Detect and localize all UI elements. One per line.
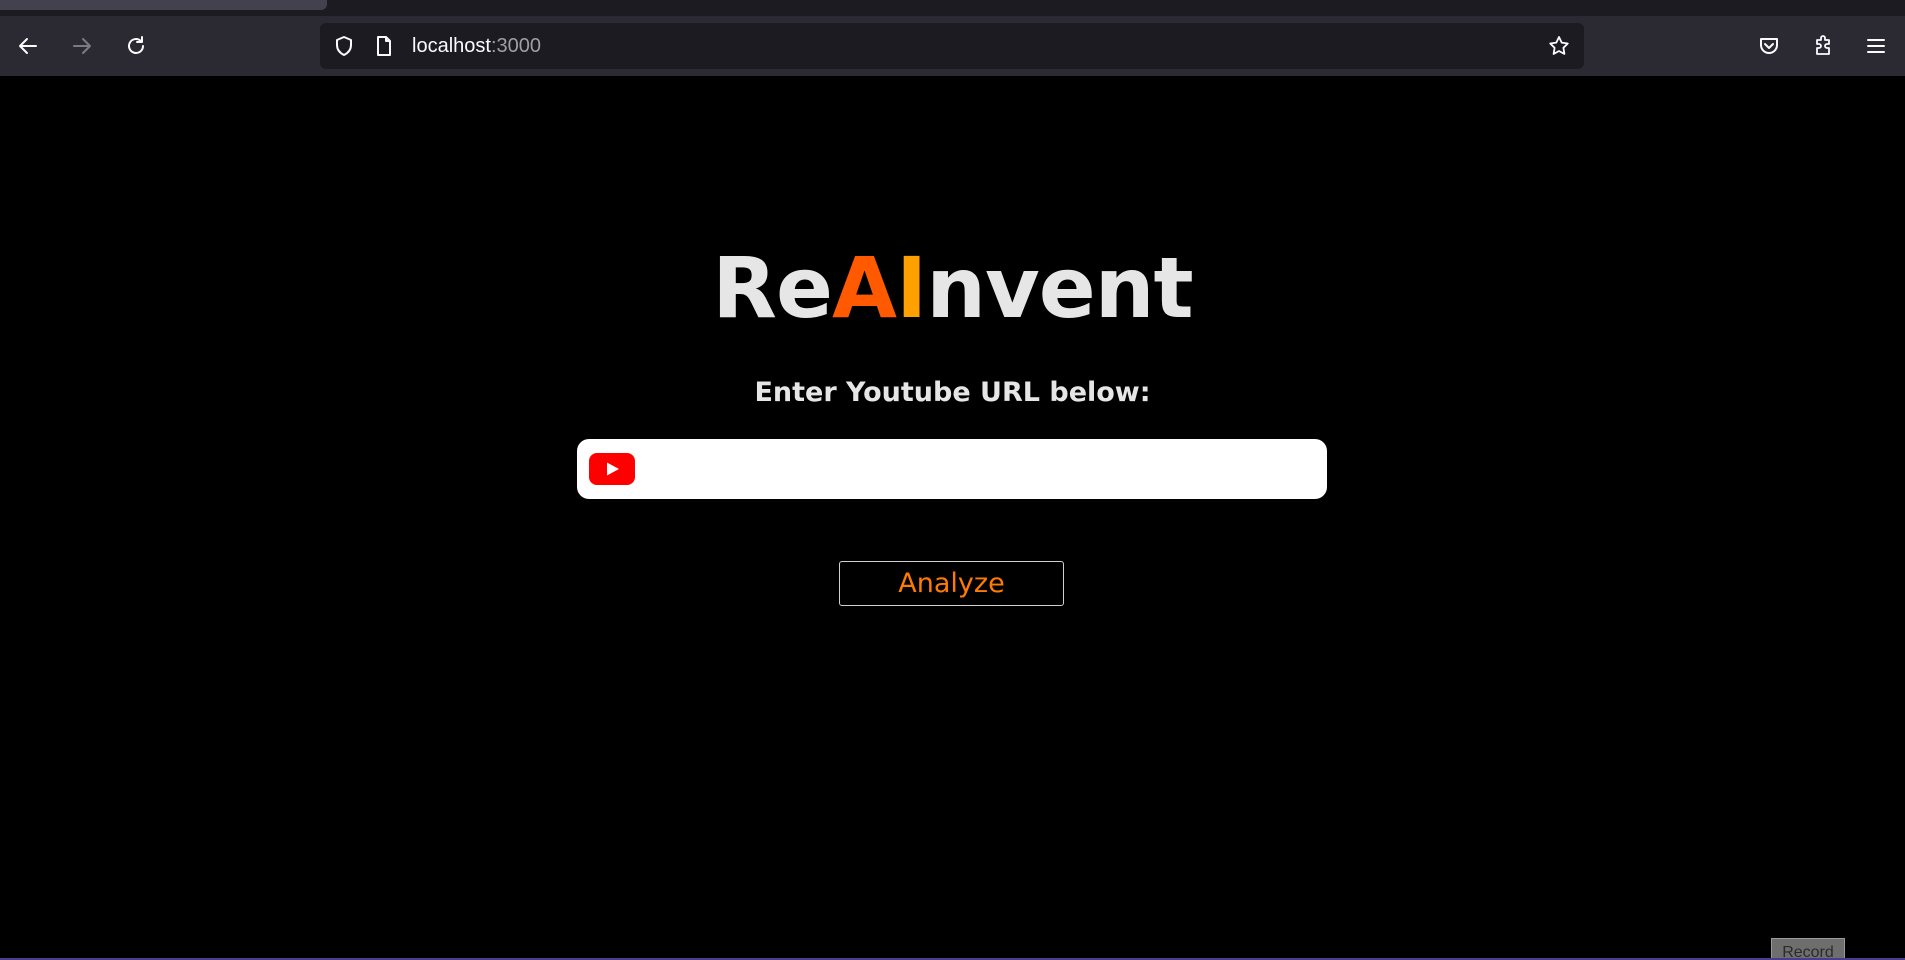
pocket-button[interactable] <box>1750 27 1788 65</box>
tab-strip <box>0 0 1905 16</box>
reload-icon <box>128 36 144 54</box>
back-arrow-icon <box>19 38 37 54</box>
pocket-icon <box>1760 38 1778 54</box>
forward-button[interactable] <box>63 27 101 65</box>
logo-letter-i: I <box>895 239 927 337</box>
analyze-button[interactable]: Analyze <box>839 561 1064 606</box>
forward-arrow-icon <box>73 38 91 54</box>
record-button[interactable]: Record <box>1771 938 1845 958</box>
url-text[interactable]: localhost:3000 <box>412 23 541 69</box>
app-logo: ReAInvent <box>0 238 1905 338</box>
extensions-icon <box>1816 35 1830 55</box>
browser-toolbar: localhost:3000 <box>0 16 1905 76</box>
page-icon[interactable] <box>372 34 396 58</box>
reload-button[interactable] <box>117 27 155 65</box>
menu-icon <box>1867 39 1885 53</box>
active-tab[interactable] <box>0 0 327 10</box>
extensions-button[interactable] <box>1804 27 1842 65</box>
page-subtitle: Enter Youtube URL below: <box>754 377 1151 408</box>
logo-suffix: nvent <box>926 239 1193 337</box>
youtube-icon <box>589 453 635 485</box>
page-content <box>0 76 1905 958</box>
back-button[interactable] <box>9 27 47 65</box>
youtube-url-input[interactable] <box>647 449 1317 491</box>
url-port: :3000 <box>490 35 541 57</box>
url-host: localhost <box>412 35 491 57</box>
logo-letter-a: A <box>831 239 897 337</box>
logo-prefix: Re <box>712 239 833 337</box>
menu-button[interactable] <box>1857 27 1895 65</box>
address-bar[interactable]: localhost:3000 <box>320 23 1584 69</box>
shield-icon[interactable] <box>332 34 356 58</box>
youtube-url-field[interactable] <box>577 439 1327 499</box>
star-icon[interactable] <box>1547 34 1571 58</box>
